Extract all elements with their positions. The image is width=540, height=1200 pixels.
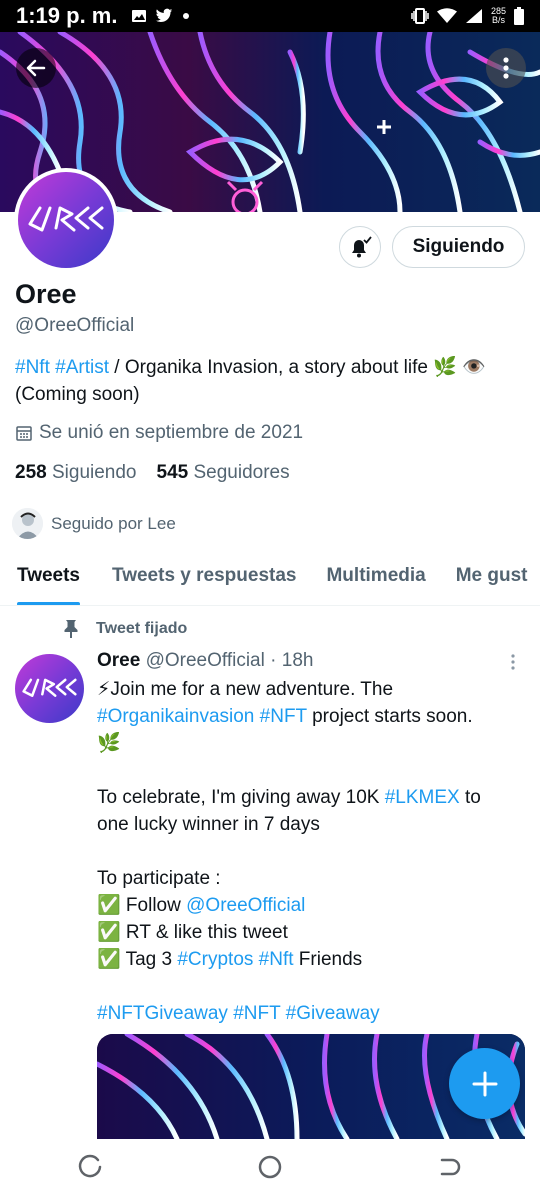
profile-avatar[interactable] (14, 168, 118, 272)
plus-icon (472, 1071, 497, 1096)
home-circle-icon (258, 1155, 282, 1179)
compose-tweet-button[interactable] (449, 1048, 520, 1119)
back-arrow-icon (26, 59, 46, 77)
status-bar: 1:19 p. m. 285 B/s (0, 0, 540, 32)
profile-handle: @OreeOfficial (15, 315, 135, 336)
tweet-text: ⚡Join me for a new adventure. The #Organ… (97, 679, 481, 1024)
tab-media[interactable]: Multimedia (326, 548, 425, 605)
recent-apps-button[interactable] (77, 1154, 103, 1185)
bio-hashtag-artist[interactable]: #Artist (55, 357, 109, 378)
active-tab-indicator (17, 602, 81, 605)
profile-name: Oree (15, 279, 77, 309)
followed-by[interactable]: Seguido por Lee (12, 508, 176, 539)
more-options-button[interactable] (486, 48, 526, 88)
hashtag-nft-3[interactable]: #NFT (233, 1003, 280, 1024)
tweet-author-name[interactable]: Oree (97, 650, 140, 671)
tab-tweets-and-replies[interactable]: Tweets y respuestas (112, 548, 296, 605)
home-button[interactable] (257, 1154, 283, 1185)
wifi-icon (436, 8, 457, 23)
system-navigation-bar (0, 1139, 540, 1200)
battery-icon (514, 7, 524, 25)
tweet-header: Oree @OreeOfficial · 18h (97, 650, 313, 672)
following-button[interactable]: Siguiendo (392, 226, 525, 268)
hashtag-cryptos[interactable]: #Cryptos (177, 949, 253, 970)
twitter-icon (156, 8, 173, 23)
pinned-tweet-label: Tweet fijado (62, 619, 187, 639)
gallery-icon (132, 10, 147, 22)
tweet-author-handle[interactable]: @OreeOfficial (146, 650, 265, 671)
pin-icon (64, 620, 78, 638)
hashtag-lkmex[interactable]: #LKMEX (385, 787, 460, 808)
following-stat[interactable]: 258 Siguiendo (15, 462, 137, 484)
back-icon (440, 1158, 461, 1176)
profile-tabs: Tweets Tweets y respuestas Multimedia Me… (0, 548, 540, 606)
notifications-bell-button[interactable] (339, 226, 381, 268)
tab-likes[interactable]: Me gust (456, 548, 528, 605)
tweet-time: · 18h (270, 650, 314, 671)
hashtag-organikainvasion[interactable]: #Organikainvasion (97, 706, 254, 727)
status-time: 1:19 p. m. (16, 3, 118, 28)
calendar-icon (16, 426, 32, 441)
bell-check-icon (352, 236, 372, 258)
profile-bio: #Nft #Artist / Organika Invasion, a stor… (15, 354, 525, 408)
signal-icon (465, 9, 482, 23)
tab-tweets[interactable]: Tweets (17, 548, 81, 605)
hashtag-nftgiveaway[interactable]: #NFTGiveaway (97, 1003, 228, 1024)
joined-date: Se unió en septiembre de 2021 (15, 422, 303, 444)
follow-stats: 258 Siguiendo 545 Seguidores (15, 462, 290, 484)
hashtag-giveaway[interactable]: #Giveaway (286, 1003, 380, 1024)
tweet-more-button[interactable] (506, 652, 520, 677)
avatar (18, 172, 114, 268)
more-vertical-icon (503, 57, 509, 79)
hashtag-nft[interactable]: #NFT (260, 706, 307, 727)
tweet-author-avatar[interactable] (15, 654, 84, 723)
more-vertical-icon (511, 654, 515, 670)
bio-hashtag-nft[interactable]: #Nft (15, 357, 50, 378)
dot-icon (183, 13, 190, 19)
follower-avatar (12, 508, 43, 539)
followers-stat[interactable]: 545 Seguidores (157, 462, 290, 484)
mention-oreeofficial[interactable]: @OreeOfficial (186, 895, 305, 916)
hashtag-nft-2[interactable]: #Nft (259, 949, 294, 970)
recent-apps-icon (78, 1154, 102, 1178)
vibrate-icon (411, 8, 429, 24)
back-button[interactable] (16, 48, 56, 88)
net-speed: 285 B/s (490, 6, 506, 25)
system-back-button[interactable] (437, 1154, 463, 1185)
